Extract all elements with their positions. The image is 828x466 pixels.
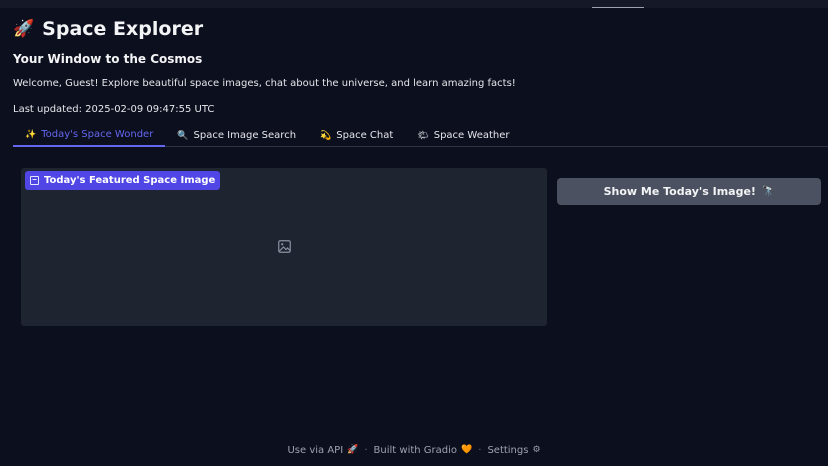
- use-via-api-label: Use via API: [287, 444, 344, 456]
- tab-label: Today's Space Wonder: [41, 129, 154, 140]
- tab-bar: ✨ Today's Space Wonder 🔍 Space Image Sea…: [13, 124, 828, 147]
- footer-separator: ·: [478, 444, 482, 456]
- tab-space-image-search[interactable]: 🔍 Space Image Search: [165, 124, 308, 147]
- tab-todays-space-wonder[interactable]: ✨ Today's Space Wonder: [13, 124, 166, 147]
- tab-label: Space Chat: [336, 130, 394, 141]
- page-subtitle: Your Window to the Cosmos: [13, 52, 203, 66]
- footer: Use via API 🚀 · Built with Gradio 🧡 · Se…: [0, 443, 828, 457]
- top-bar: [0, 0, 828, 8]
- tab-label: Space Weather: [433, 130, 510, 141]
- show-todays-image-button[interactable]: Show Me Today's Image! 🔭: [557, 178, 821, 205]
- gear-icon: ⚙: [532, 445, 541, 455]
- page-title-text: Space Explorer: [42, 18, 204, 40]
- built-with-gradio-label: Built with Gradio: [373, 444, 458, 456]
- last-updated: Last updated: 2025-02-09 09:47:55 UTC: [13, 104, 215, 115]
- use-via-api-link[interactable]: Use via API 🚀: [287, 445, 358, 456]
- gradio-logo-icon: 🧡: [461, 445, 473, 455]
- tab-space-weather[interactable]: 🌤 Space Weather: [405, 124, 521, 147]
- magnifier-icon: 🔍: [177, 130, 189, 141]
- featured-image-label: Today's Featured Space Image: [25, 171, 221, 190]
- welcome-message: Welcome, Guest! Explore beautiful space …: [13, 78, 516, 89]
- page-title: 🚀 Space Explorer: [13, 18, 203, 40]
- telescope-icon: 🔭: [761, 186, 775, 197]
- rocket-icon: 🚀: [347, 445, 359, 455]
- tab-space-chat[interactable]: 💫 Space Chat: [308, 124, 405, 147]
- sun-cloud-icon: 🌤: [417, 130, 429, 141]
- image-placeholder-icon: [278, 240, 291, 253]
- image-icon: [30, 176, 39, 185]
- footer-separator: ·: [364, 444, 368, 456]
- show-todays-image-label: Show Me Today's Image!: [603, 185, 756, 198]
- top-bar-indicator: [592, 7, 644, 8]
- tab-label: Space Image Search: [193, 130, 297, 141]
- featured-image-label-text: Today's Featured Space Image: [44, 175, 216, 186]
- settings-label: Settings: [487, 444, 529, 456]
- built-with-gradio-link[interactable]: Built with Gradio 🧡: [374, 445, 473, 456]
- settings-link[interactable]: Settings ⚙: [487, 445, 540, 456]
- rocket-icon: 🚀: [13, 19, 35, 39]
- dizzy-star-icon: 💫: [320, 130, 332, 141]
- featured-image-panel: Today's Featured Space Image: [21, 168, 547, 326]
- sparkles-icon: ✨: [25, 129, 37, 140]
